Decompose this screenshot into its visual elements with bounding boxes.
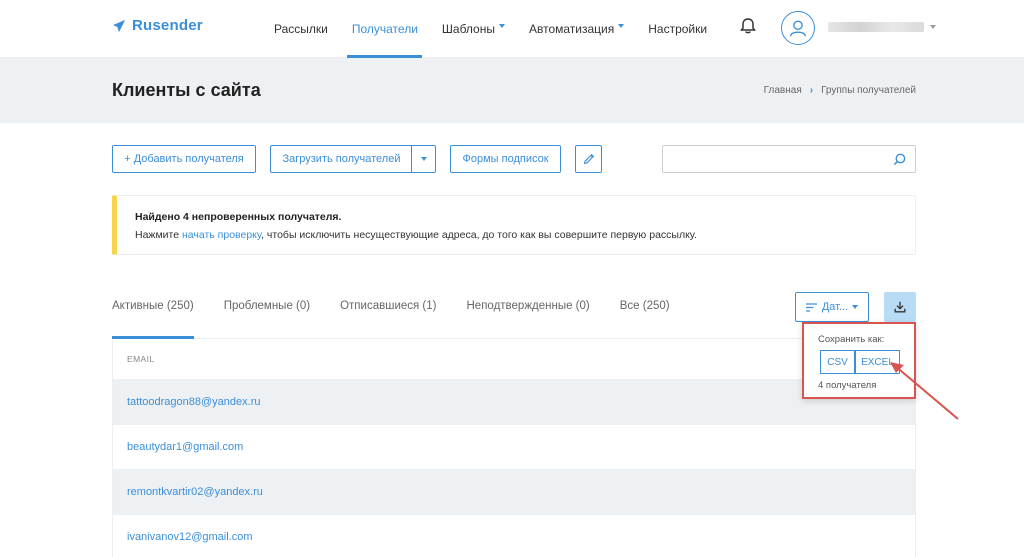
recipient-email[interactable]: beautydar1@gmail.com — [127, 441, 243, 453]
unverified-notice: Найдено 4 непроверенных получателя. Нажм… — [112, 195, 916, 255]
sort-button[interactable]: Дат... — [795, 292, 869, 322]
tab-unsubscribed[interactable]: Отписавшиеся (1) — [340, 292, 436, 338]
recipients-table: EMAIL tattoodragon88@yandex.ru beautydar… — [112, 339, 916, 557]
recipient-email[interactable]: ivanivanov12@gmail.com — [127, 531, 253, 543]
brand-name: Rusender — [132, 17, 203, 34]
caret-down-icon — [498, 24, 505, 28]
nav-item-label: Автоматизация — [528, 22, 615, 36]
notice-text: Нажмите начать проверку, чтобы исключить… — [135, 229, 697, 241]
breadcrumb: Главная › Группы получателей — [764, 85, 916, 96]
tab-problematic[interactable]: Проблемные (0) — [224, 292, 310, 338]
search-box — [662, 145, 916, 173]
export-button[interactable] — [884, 292, 916, 322]
tab-unconfirmed[interactable]: Неподтвержденные (0) — [467, 292, 590, 338]
recipient-status-tabs: Активные (250) Проблемные (0) Отписавшие… — [112, 292, 700, 338]
caret-down-icon — [420, 157, 427, 161]
nav-item-automation[interactable]: Автоматизация — [517, 0, 636, 58]
export-csv-button[interactable]: CSV — [820, 350, 855, 374]
start-verification-link[interactable]: начать проверку — [182, 229, 261, 241]
edit-group-button[interactable] — [575, 145, 602, 173]
table-row[interactable]: remontkvartir02@yandex.ru — [112, 470, 916, 515]
notice-title: Найдено 4 непроверенных получателя. — [135, 211, 342, 223]
upload-recipients-button[interactable]: Загрузить получателей — [270, 145, 412, 173]
nav-item-label: Получатели — [351, 22, 418, 36]
logo[interactable]: Rusender — [112, 17, 203, 34]
nav-item-label: Рассылки — [274, 22, 328, 36]
notice-text-after: , чтобы исключить несуществующие адреса,… — [261, 229, 697, 241]
search-icon[interactable] — [892, 152, 907, 167]
avatar[interactable] — [781, 11, 815, 45]
main-menu: Рассылки Получатели Шаблоны Автоматизаци… — [262, 0, 719, 58]
caret-down-icon — [618, 24, 625, 28]
pencil-icon — [583, 153, 594, 165]
breadcrumb-home[interactable]: Главная — [764, 85, 802, 96]
upload-dropdown-toggle[interactable] — [411, 145, 436, 173]
bell-icon[interactable] — [738, 16, 758, 36]
download-icon — [894, 301, 906, 313]
sort-label: Дат... — [821, 301, 849, 313]
chevron-right-icon: › — [809, 85, 814, 96]
nav-item-label: Шаблоны — [441, 22, 495, 36]
add-recipient-button[interactable]: + Добавить получателя — [112, 145, 256, 173]
subscription-forms-button[interactable]: Формы подписок — [450, 145, 561, 173]
annotation-arrow-icon — [890, 362, 959, 420]
user-icon — [789, 20, 807, 37]
notice-text-before: Нажмите — [135, 229, 182, 241]
export-title: Сохранить как: — [818, 334, 885, 345]
tab-active[interactable]: Активные (250) — [112, 292, 194, 338]
paper-plane-icon — [112, 19, 126, 32]
nav-item-templates[interactable]: Шаблоны — [430, 0, 517, 58]
column-header-email[interactable]: EMAIL — [127, 354, 155, 364]
nav-item-recipients[interactable]: Получатели — [340, 0, 430, 58]
nav-item-mailings[interactable]: Рассылки — [262, 0, 340, 58]
caret-down-icon — [852, 305, 859, 309]
table-header: EMAIL — [112, 339, 916, 380]
recipient-email[interactable]: tattoodragon88@yandex.ru — [127, 396, 260, 408]
caret-down-icon[interactable] — [930, 25, 936, 29]
tab-all[interactable]: Все (250) — [620, 292, 670, 338]
table-row[interactable]: tattoodragon88@yandex.ru — [112, 380, 916, 425]
export-count: 4 получателя — [818, 380, 877, 391]
table-row[interactable]: beautydar1@gmail.com — [112, 425, 916, 470]
recipient-email[interactable]: remontkvartir02@yandex.ru — [127, 486, 263, 498]
breadcrumb-current: Группы получателей — [821, 85, 916, 96]
page-title: Клиенты с сайта — [112, 80, 261, 100]
search-input[interactable] — [669, 150, 884, 168]
table-row[interactable]: ivanivanov12@gmail.com — [112, 515, 916, 557]
top-navigation: Rusender Рассылки Получатели Шаблоны Авт… — [0, 0, 1024, 58]
nav-item-settings[interactable]: Настройки — [636, 0, 719, 58]
user-name-blurred[interactable] — [828, 22, 924, 32]
sort-icon — [805, 302, 817, 312]
nav-item-label: Настройки — [648, 22, 708, 36]
